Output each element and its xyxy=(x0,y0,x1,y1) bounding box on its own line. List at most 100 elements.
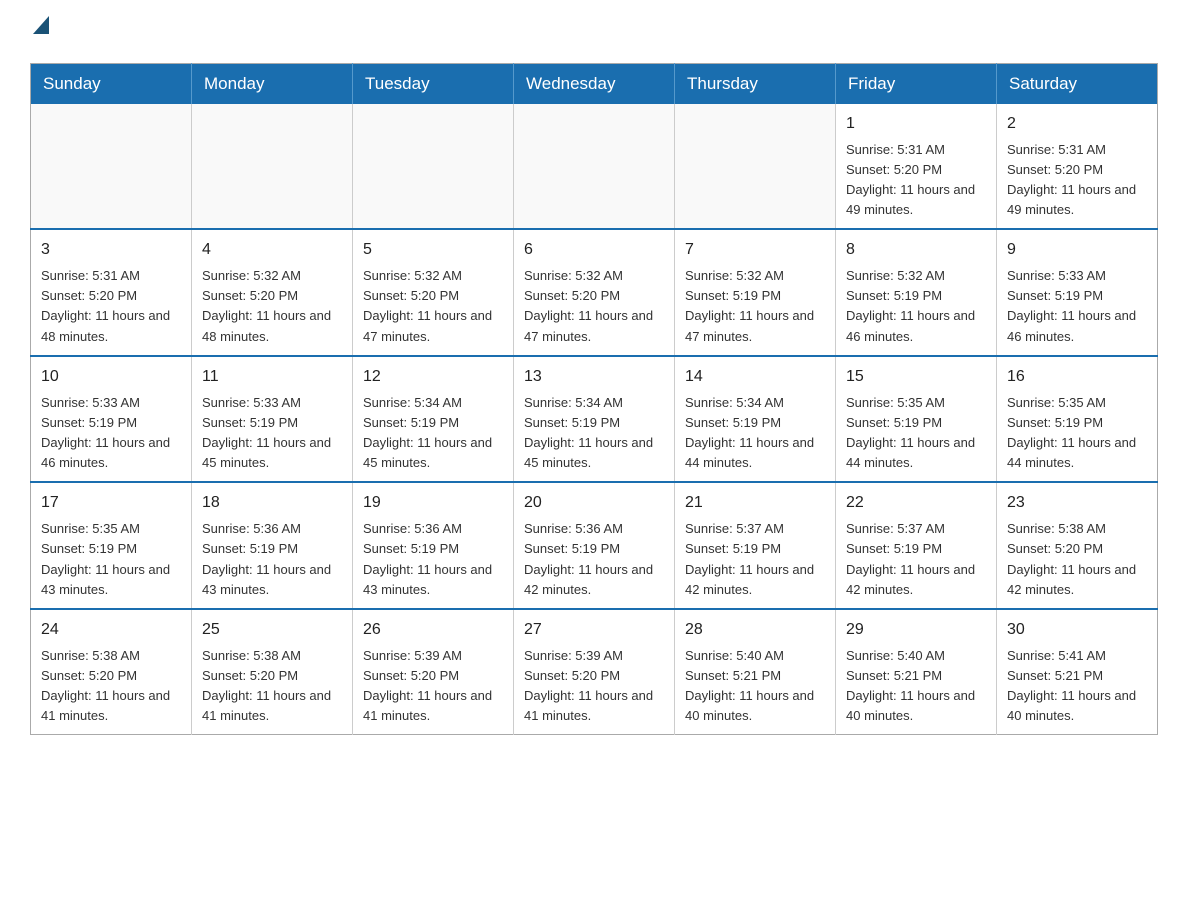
calendar-cell: 15 Sunrise: 5:35 AMSunset: 5:19 PMDayligh… xyxy=(836,356,997,483)
day-info: Sunrise: 5:41 AMSunset: 5:21 PMDaylight:… xyxy=(1007,646,1147,727)
calendar-cell: 5 Sunrise: 5:32 AMSunset: 5:20 PMDaylight… xyxy=(353,229,514,356)
day-number: 14 xyxy=(685,365,825,389)
page-header xyxy=(30,20,1158,43)
day-info: Sunrise: 5:33 AMSunset: 5:19 PMDaylight:… xyxy=(202,393,342,474)
day-info: Sunrise: 5:33 AMSunset: 5:19 PMDaylight:… xyxy=(41,393,181,474)
day-number: 18 xyxy=(202,491,342,515)
day-info: Sunrise: 5:40 AMSunset: 5:21 PMDaylight:… xyxy=(846,646,986,727)
day-number: 30 xyxy=(1007,618,1147,642)
day-number: 19 xyxy=(363,491,503,515)
day-of-week-header: Sunday xyxy=(31,63,192,104)
day-info: Sunrise: 5:35 AMSunset: 5:19 PMDaylight:… xyxy=(846,393,986,474)
day-number: 10 xyxy=(41,365,181,389)
day-number: 4 xyxy=(202,238,342,262)
calendar-week-row: 10 Sunrise: 5:33 AMSunset: 5:19 PMDayligh… xyxy=(31,356,1158,483)
day-number: 24 xyxy=(41,618,181,642)
day-info: Sunrise: 5:34 AMSunset: 5:19 PMDaylight:… xyxy=(524,393,664,474)
calendar-week-row: 1 Sunrise: 5:31 AMSunset: 5:20 PMDaylight… xyxy=(31,104,1158,230)
day-info: Sunrise: 5:35 AMSunset: 5:19 PMDaylight:… xyxy=(1007,393,1147,474)
calendar-cell: 22 Sunrise: 5:37 AMSunset: 5:19 PMDayligh… xyxy=(836,482,997,609)
day-info: Sunrise: 5:38 AMSunset: 5:20 PMDaylight:… xyxy=(1007,519,1147,600)
day-number: 27 xyxy=(524,618,664,642)
day-number: 22 xyxy=(846,491,986,515)
day-info: Sunrise: 5:37 AMSunset: 5:19 PMDaylight:… xyxy=(846,519,986,600)
day-number: 13 xyxy=(524,365,664,389)
day-of-week-header: Tuesday xyxy=(353,63,514,104)
calendar-cell: 30 Sunrise: 5:41 AMSunset: 5:21 PMDayligh… xyxy=(997,609,1158,735)
day-number: 17 xyxy=(41,491,181,515)
calendar-week-row: 17 Sunrise: 5:35 AMSunset: 5:19 PMDayligh… xyxy=(31,482,1158,609)
day-number: 9 xyxy=(1007,238,1147,262)
calendar-cell: 13 Sunrise: 5:34 AMSunset: 5:19 PMDayligh… xyxy=(514,356,675,483)
day-number: 2 xyxy=(1007,112,1147,136)
day-info: Sunrise: 5:38 AMSunset: 5:20 PMDaylight:… xyxy=(41,646,181,727)
day-info: Sunrise: 5:31 AMSunset: 5:20 PMDaylight:… xyxy=(846,140,986,221)
calendar-cell: 28 Sunrise: 5:40 AMSunset: 5:21 PMDayligh… xyxy=(675,609,836,735)
calendar-cell: 2 Sunrise: 5:31 AMSunset: 5:20 PMDaylight… xyxy=(997,104,1158,230)
calendar-cell xyxy=(192,104,353,230)
calendar-cell: 25Sunrise: 5:38 AMSunset: 5:20 PMDayligh… xyxy=(192,609,353,735)
calendar-cell: 7 Sunrise: 5:32 AMSunset: 5:19 PMDaylight… xyxy=(675,229,836,356)
calendar-cell: 12Sunrise: 5:34 AMSunset: 5:19 PMDayligh… xyxy=(353,356,514,483)
calendar-cell: 18 Sunrise: 5:36 AMSunset: 5:19 PMDayligh… xyxy=(192,482,353,609)
day-of-week-header: Friday xyxy=(836,63,997,104)
day-info: Sunrise: 5:31 AMSunset: 5:20 PMDaylight:… xyxy=(1007,140,1147,221)
day-info: Sunrise: 5:32 AMSunset: 5:19 PMDaylight:… xyxy=(685,266,825,347)
calendar-cell: 29Sunrise: 5:40 AMSunset: 5:21 PMDayligh… xyxy=(836,609,997,735)
calendar-header-row: SundayMondayTuesdayWednesdayThursdayFrid… xyxy=(31,63,1158,104)
day-of-week-header: Monday xyxy=(192,63,353,104)
day-number: 5 xyxy=(363,238,503,262)
day-number: 7 xyxy=(685,238,825,262)
day-info: Sunrise: 5:34 AMSunset: 5:19 PMDaylight:… xyxy=(685,393,825,474)
day-number: 8 xyxy=(846,238,986,262)
day-of-week-header: Wednesday xyxy=(514,63,675,104)
calendar-cell: 16Sunrise: 5:35 AMSunset: 5:19 PMDayligh… xyxy=(997,356,1158,483)
logo xyxy=(30,20,49,43)
calendar-cell: 6 Sunrise: 5:32 AMSunset: 5:20 PMDaylight… xyxy=(514,229,675,356)
calendar-cell: 19 Sunrise: 5:36 AMSunset: 5:19 PMDayligh… xyxy=(353,482,514,609)
logo-triangle-icon xyxy=(33,16,49,39)
day-info: Sunrise: 5:36 AMSunset: 5:19 PMDaylight:… xyxy=(363,519,503,600)
calendar-cell xyxy=(514,104,675,230)
day-number: 28 xyxy=(685,618,825,642)
day-info: Sunrise: 5:32 AMSunset: 5:20 PMDaylight:… xyxy=(363,266,503,347)
day-number: 11 xyxy=(202,365,342,389)
day-info: Sunrise: 5:39 AMSunset: 5:20 PMDaylight:… xyxy=(363,646,503,727)
day-info: Sunrise: 5:37 AMSunset: 5:19 PMDaylight:… xyxy=(685,519,825,600)
day-info: Sunrise: 5:36 AMSunset: 5:19 PMDaylight:… xyxy=(202,519,342,600)
day-number: 1 xyxy=(846,112,986,136)
day-of-week-header: Saturday xyxy=(997,63,1158,104)
calendar-cell: 8 Sunrise: 5:32 AMSunset: 5:19 PMDaylight… xyxy=(836,229,997,356)
calendar-cell: 10 Sunrise: 5:33 AMSunset: 5:19 PMDayligh… xyxy=(31,356,192,483)
calendar-cell: 27 Sunrise: 5:39 AMSunset: 5:20 PMDayligh… xyxy=(514,609,675,735)
calendar-cell: 26 Sunrise: 5:39 AMSunset: 5:20 PMDayligh… xyxy=(353,609,514,735)
day-number: 26 xyxy=(363,618,503,642)
day-number: 6 xyxy=(524,238,664,262)
calendar-cell: 24 Sunrise: 5:38 AMSunset: 5:20 PMDayligh… xyxy=(31,609,192,735)
calendar-cell xyxy=(675,104,836,230)
calendar-cell: 21Sunrise: 5:37 AMSunset: 5:19 PMDayligh… xyxy=(675,482,836,609)
day-info: Sunrise: 5:35 AMSunset: 5:19 PMDaylight:… xyxy=(41,519,181,600)
calendar-cell xyxy=(31,104,192,230)
day-info: Sunrise: 5:32 AMSunset: 5:20 PMDaylight:… xyxy=(202,266,342,347)
day-info: Sunrise: 5:31 AMSunset: 5:20 PMDaylight:… xyxy=(41,266,181,347)
calendar-cell: 4 Sunrise: 5:32 AMSunset: 5:20 PMDaylight… xyxy=(192,229,353,356)
day-of-week-header: Thursday xyxy=(675,63,836,104)
calendar-cell xyxy=(353,104,514,230)
day-number: 23 xyxy=(1007,491,1147,515)
day-info: Sunrise: 5:32 AMSunset: 5:19 PMDaylight:… xyxy=(846,266,986,347)
day-info: Sunrise: 5:38 AMSunset: 5:20 PMDaylight:… xyxy=(202,646,342,727)
calendar-cell: 3 Sunrise: 5:31 AMSunset: 5:20 PMDaylight… xyxy=(31,229,192,356)
calendar-cell: 9 Sunrise: 5:33 AMSunset: 5:19 PMDaylight… xyxy=(997,229,1158,356)
calendar-cell: 14 Sunrise: 5:34 AMSunset: 5:19 PMDayligh… xyxy=(675,356,836,483)
day-number: 15 xyxy=(846,365,986,389)
day-info: Sunrise: 5:33 AMSunset: 5:19 PMDaylight:… xyxy=(1007,266,1147,347)
day-number: 3 xyxy=(41,238,181,262)
calendar-cell: 1 Sunrise: 5:31 AMSunset: 5:20 PMDaylight… xyxy=(836,104,997,230)
calendar-cell: 17 Sunrise: 5:35 AMSunset: 5:19 PMDayligh… xyxy=(31,482,192,609)
day-info: Sunrise: 5:32 AMSunset: 5:20 PMDaylight:… xyxy=(524,266,664,347)
day-info: Sunrise: 5:39 AMSunset: 5:20 PMDaylight:… xyxy=(524,646,664,727)
calendar-cell: 23 Sunrise: 5:38 AMSunset: 5:20 PMDayligh… xyxy=(997,482,1158,609)
day-info: Sunrise: 5:40 AMSunset: 5:21 PMDaylight:… xyxy=(685,646,825,727)
day-number: 20 xyxy=(524,491,664,515)
